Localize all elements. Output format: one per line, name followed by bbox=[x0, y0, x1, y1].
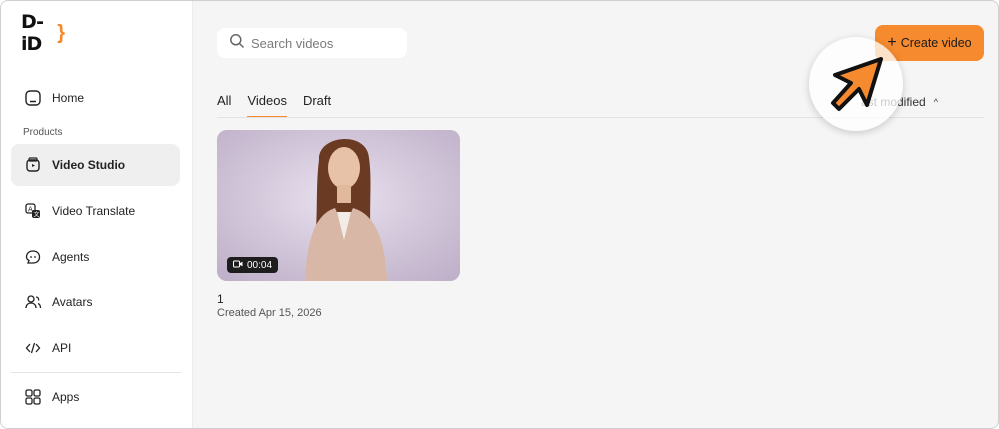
tab-bar: All Videos Draft bbox=[217, 93, 347, 119]
tab-draft[interactable]: Draft bbox=[303, 93, 331, 118]
sidebar-item-home[interactable]: Home bbox=[11, 77, 180, 119]
sidebar-item-label: Video Translate bbox=[52, 204, 136, 218]
tab-all[interactable]: All bbox=[217, 93, 231, 118]
video-camera-icon bbox=[233, 260, 243, 271]
create-video-label: Create video bbox=[900, 36, 972, 50]
sidebar-item-label: Home bbox=[52, 91, 85, 105]
search-input[interactable] bbox=[251, 35, 401, 51]
sidebar-item-label: Video Studio bbox=[52, 158, 126, 172]
sidebar-divider bbox=[11, 372, 181, 373]
search-box[interactable] bbox=[217, 28, 407, 58]
video-title[interactable]: 1 bbox=[217, 292, 224, 306]
app-window: D-iD } Home Products Video Studio A文 Vid… bbox=[0, 0, 999, 429]
logo-brace-icon: } bbox=[57, 21, 65, 44]
section-label-products: Products bbox=[23, 127, 63, 138]
logo[interactable]: D-iD } bbox=[21, 11, 65, 55]
sidebar-item-api[interactable]: API bbox=[11, 327, 180, 369]
tab-videos[interactable]: Videos bbox=[247, 93, 287, 118]
agents-icon bbox=[23, 247, 43, 267]
video-studio-icon bbox=[23, 155, 43, 175]
logo-text: D-iD bbox=[21, 11, 44, 55]
cursor-arrow-icon bbox=[831, 57, 883, 111]
sidebar-item-avatars[interactable]: Avatars bbox=[11, 281, 180, 323]
video-card[interactable]: 00:04 bbox=[217, 130, 460, 281]
sidebar: D-iD } Home Products Video Studio A文 Vid… bbox=[1, 1, 193, 428]
sidebar-item-label: API bbox=[52, 341, 72, 355]
search-icon bbox=[229, 33, 245, 54]
sidebar-item-apps[interactable]: Apps bbox=[11, 376, 180, 418]
svg-text:文: 文 bbox=[34, 211, 40, 219]
sidebar-item-label: Agents bbox=[52, 250, 90, 264]
sidebar-item-label: Avatars bbox=[52, 295, 93, 309]
video-created-date: Created Apr 15, 2026 bbox=[217, 307, 322, 319]
translate-icon: A文 bbox=[23, 201, 43, 221]
sidebar-item-label: Apps bbox=[52, 390, 80, 404]
duration-text: 00:04 bbox=[247, 259, 273, 271]
sidebar-item-agents[interactable]: Agents bbox=[11, 236, 180, 278]
apps-grid-icon bbox=[23, 387, 43, 407]
home-icon bbox=[23, 88, 43, 108]
duration-badge: 00:04 bbox=[227, 257, 279, 273]
avatars-icon bbox=[23, 292, 43, 312]
code-icon bbox=[23, 338, 43, 358]
chevron-up-icon: ^ bbox=[933, 97, 938, 107]
sidebar-item-video-translate[interactable]: A文 Video Translate bbox=[11, 190, 180, 232]
sidebar-item-video-studio[interactable]: Video Studio bbox=[11, 144, 180, 186]
